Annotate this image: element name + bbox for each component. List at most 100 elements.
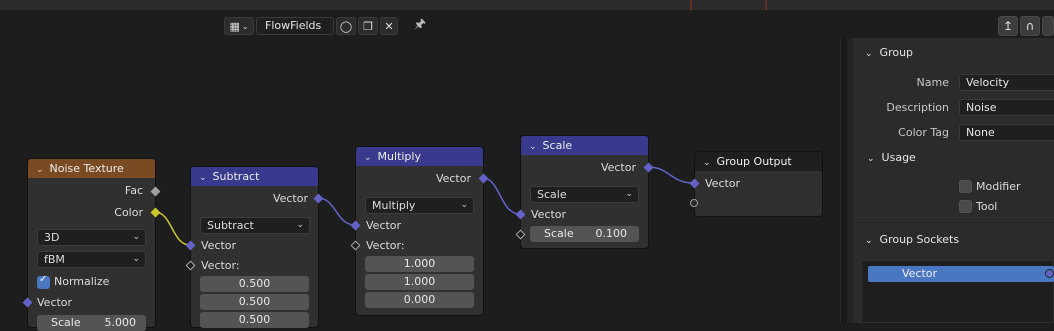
node-tree-icon: ▦ <box>229 19 240 33</box>
tool-label: Tool <box>976 200 998 213</box>
node-title: Subtract <box>212 170 260 183</box>
subtract-node[interactable]: ⌄ Subtract Vector Subtract ⌄ Vector Vector… <box>190 166 319 328</box>
operation-dropdown[interactable]: Subtract ⌄ <box>200 217 310 234</box>
chevron-down-icon: ⌄ <box>199 173 207 183</box>
input-label: Vector: <box>201 259 240 272</box>
chevron-down-icon: ⌄ <box>703 158 711 168</box>
region-divider[interactable] <box>840 38 847 323</box>
output-label: Vector <box>272 192 308 205</box>
unlink-button[interactable]: ✕ <box>380 17 398 35</box>
vector-y-field[interactable]: 1.000 <box>365 274 474 290</box>
normalize-label: Normalize <box>54 275 110 288</box>
name-label: Name <box>916 76 949 89</box>
close-icon: ✕ <box>384 19 394 33</box>
dropdown-value: Multiply <box>372 199 416 212</box>
vector-x-field[interactable]: 0.500 <box>200 276 309 292</box>
group-output-node[interactable]: ⌄ Group Output Vector <box>694 151 823 217</box>
input-label: Vector <box>201 239 237 252</box>
node-editor-header: ▦ ⌄ FlowFields ◯ ❐ ✕ 🖈 <box>224 16 426 36</box>
operation-dropdown[interactable]: Scale ⌄ <box>530 186 639 203</box>
scale-label: Scale <box>544 227 574 240</box>
top-area-strip <box>0 0 1054 10</box>
vector-z-field[interactable]: 0.500 <box>200 312 309 328</box>
chevron-down-icon: ⌄ <box>364 153 372 163</box>
chevron-down-icon: ⌄ <box>529 142 537 152</box>
node-header[interactable]: ⌄ Subtract <box>191 167 318 186</box>
chevron-down-icon: ⌄ <box>296 220 304 230</box>
node-title: Noise Texture <box>49 162 124 175</box>
empty-socket[interactable] <box>690 199 698 207</box>
socket-item-label: Vector <box>902 267 938 280</box>
link-scale-output <box>647 166 695 184</box>
chevron-down-icon: ⌄ <box>132 254 140 264</box>
properties-sidebar: ⌄ Group Name Velocity Description Noise C… <box>853 38 1054 323</box>
overflow-button[interactable] <box>1042 16 1054 36</box>
vector-y-field[interactable]: 0.500 <box>200 294 309 310</box>
color-tag-dropdown[interactable]: None <box>959 124 1054 141</box>
panel-title: Group <box>879 46 914 59</box>
group-panel-header[interactable]: ⌄ Group <box>865 46 913 59</box>
normalize-checkbox[interactable]: ✓ <box>37 274 50 289</box>
chevron-down-icon: ⌄ <box>241 21 249 31</box>
scale-node[interactable]: ⌄ Scale Vector Scale ⌄ Vector Scale 0.100 <box>520 135 649 249</box>
node-header[interactable]: ⌄ Noise Texture <box>28 159 155 178</box>
chevron-down-icon: ⌄ <box>867 154 875 164</box>
vector-x-field[interactable]: 1.000 <box>365 256 474 272</box>
tool-checkbox[interactable] <box>959 200 972 213</box>
group-sockets-panel-header[interactable]: ⌄ Group Sockets <box>865 233 959 246</box>
input-label: Vector <box>37 296 73 309</box>
node-header[interactable]: ⌄ Scale <box>521 136 648 155</box>
scale-field[interactable]: Scale 0.100 <box>530 226 639 242</box>
multiply-node[interactable]: ⌄ Multiply Vector Multiply ⌄ Vector Vector… <box>355 146 484 316</box>
link-multiply-scale <box>482 177 521 215</box>
chevron-down-icon: ⌄ <box>625 189 633 199</box>
link-subtract-multiply <box>317 197 356 226</box>
description-field[interactable]: Noise <box>959 99 1054 116</box>
node-header[interactable]: ⌄ Group Output <box>695 152 822 171</box>
fake-user-button[interactable]: ◯ <box>336 17 356 35</box>
output-label: Fac <box>124 184 143 197</box>
dropdown-value: 3D <box>44 231 60 244</box>
input-label: Vector <box>531 208 567 221</box>
node-header[interactable]: ⌄ Multiply <box>356 147 483 166</box>
duplicate-icon: ❐ <box>363 19 373 33</box>
scale-field[interactable]: Scale 5.000 <box>37 315 146 331</box>
node-title: Scale <box>542 139 573 152</box>
input-label: Vector <box>366 219 402 232</box>
header-right-buttons: ↥ ∩ <box>998 16 1054 36</box>
chevron-down-icon: ⌄ <box>132 232 140 242</box>
panel-separator <box>855 222 1054 223</box>
panel-title: Group Sockets <box>879 233 960 246</box>
noise-type-dropdown[interactable]: fBM ⌄ <box>37 251 146 268</box>
vector-socket-icon <box>1045 269 1054 278</box>
dimensions-dropdown[interactable]: 3D ⌄ <box>37 229 146 246</box>
snap-button[interactable]: ∩ <box>1020 16 1040 36</box>
modifier-checkbox[interactable] <box>959 180 972 193</box>
input-label: Vector <box>705 177 741 190</box>
editor-type-dropdown[interactable]: ▦ ⌄ <box>224 17 254 35</box>
noise-texture-node[interactable]: ⌄ Noise Texture Fac Color 3D ⌄ fBM ⌄ ✓ Norm… <box>27 158 156 331</box>
vector-z-field[interactable]: 0.000 <box>365 292 474 308</box>
output-label: Vector <box>600 161 636 174</box>
shield-icon: ◯ <box>339 19 353 33</box>
dropdown-value: Scale <box>537 188 567 201</box>
usage-subpanel-header[interactable]: ⌄ Usage <box>867 151 916 164</box>
chevron-down-icon: ⌄ <box>460 200 468 210</box>
top-strip-mark <box>765 0 767 10</box>
checkmark-icon: ✓ <box>39 274 48 285</box>
node-tree-name-field[interactable]: FlowFields <box>256 17 334 35</box>
duplicate-button[interactable]: ❐ <box>358 17 378 35</box>
pin-icon[interactable]: 🖈 <box>414 15 426 37</box>
chevron-down-icon: ⌄ <box>865 49 873 59</box>
operation-dropdown[interactable]: Multiply ⌄ <box>365 197 474 214</box>
parent-node-tree-button[interactable]: ↥ <box>998 16 1018 36</box>
name-field[interactable]: Velocity <box>959 74 1054 91</box>
socket-list-item[interactable]: Vector <box>868 266 1054 282</box>
output-label: Color <box>114 206 143 219</box>
scale-value: 0.100 <box>595 227 628 240</box>
input-label: Vector: <box>366 239 405 252</box>
dropdown-value: Subtract <box>207 219 254 232</box>
description-label: Description <box>886 101 949 114</box>
sockets-list: Vector <box>861 260 1054 323</box>
node-title: Multiply <box>377 150 421 163</box>
